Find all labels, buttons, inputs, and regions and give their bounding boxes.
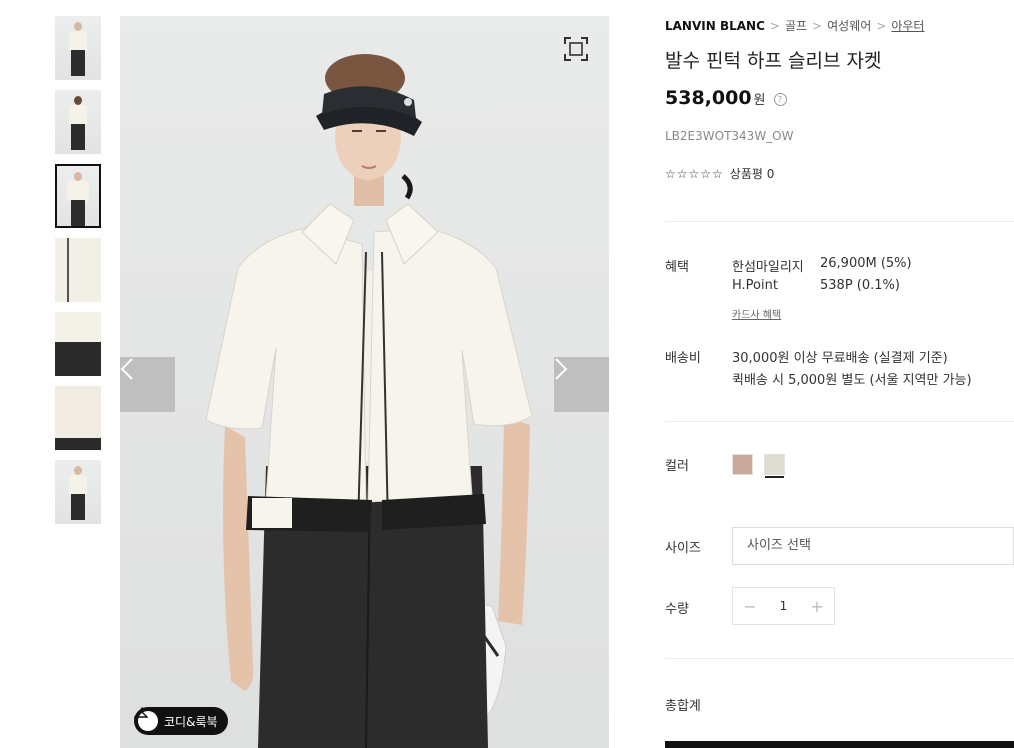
thumbnail-figure	[74, 96, 82, 105]
thumbnail-3-selected[interactable]	[55, 164, 101, 228]
thumbnail-6[interactable]	[55, 386, 101, 450]
breadcrumb-item-womenswear[interactable]: 여성웨어	[827, 19, 871, 33]
rating: ☆☆☆☆☆ 상품평 0	[665, 165, 774, 182]
thumbnail-1[interactable]	[55, 16, 101, 80]
thumbnail-5[interactable]	[55, 312, 101, 376]
breadcrumb-chevron-icon: >	[769, 19, 780, 33]
benefit-name: H.Point	[732, 278, 778, 293]
thumbnail-figure	[74, 22, 82, 31]
breadcrumb-brand[interactable]: LANVIN BLANC	[665, 19, 765, 33]
breadcrumb-item-outer[interactable]: 아우터	[891, 19, 924, 33]
benefit-name: 한섬마일리지	[732, 260, 804, 275]
color-label: 컬러	[665, 459, 689, 474]
shipping-line-2: 퀵배송 시 5,000원 별도 (서울 지역만 가능)	[732, 373, 972, 388]
color-swatch-pink[interactable]	[732, 454, 753, 475]
quantity-value[interactable]: 1	[767, 599, 800, 613]
help-icon[interactable]: ?	[773, 93, 787, 106]
product-code: LB2E3WOT343W_OW	[665, 129, 794, 143]
divider	[665, 221, 1014, 222]
thumbnail-2[interactable]	[55, 90, 101, 154]
price-currency: 원	[753, 93, 766, 108]
card-benefits-link[interactable]: 카드사 혜택	[732, 306, 781, 321]
product-info-panel: LANVIN BLANC > 골프 > 여성웨어 > 아우터 발수 핀턱 하프 슬리브 자켓…	[665, 0, 1014, 748]
divider	[665, 658, 1014, 659]
thumbnail-figure	[74, 466, 82, 475]
benefits-label: 혜택	[665, 260, 689, 275]
size-label: 사이즈	[665, 541, 701, 556]
model-photo	[205, 54, 533, 748]
total-label: 총합계	[665, 699, 701, 714]
main-product-image: 코디&룩북	[120, 16, 609, 748]
shipping-line-1: 30,000원 이상 무료배송 (실결제 기준)	[732, 351, 948, 366]
price-value: 538,000	[665, 87, 752, 109]
prev-image-button[interactable]	[120, 357, 175, 412]
size-select[interactable]: 사이즈 선택	[732, 527, 1014, 565]
breadcrumb: LANVIN BLANC > 골프 > 여성웨어 > 아우터	[665, 17, 924, 34]
chevron-right-icon	[555, 358, 568, 380]
breadcrumb-item-golf[interactable]: 골프	[785, 19, 807, 33]
coordi-label: 코디&룩북	[164, 714, 218, 729]
divider	[665, 421, 1014, 422]
breadcrumb-chevron-icon: >	[876, 19, 887, 33]
quantity-stepper: − 1 +	[732, 587, 835, 625]
product-price: 538,000 원?	[665, 87, 787, 109]
breadcrumb-chevron-icon: >	[812, 19, 823, 33]
next-image-button[interactable]	[554, 357, 609, 412]
expand-icon[interactable]	[563, 36, 589, 62]
hanger-icon	[134, 707, 158, 731]
thumbnail-figure	[74, 172, 82, 181]
benefit-value: 26,900M (5%)	[820, 256, 912, 271]
benefit-value: 538P (0.1%)	[820, 278, 900, 293]
coordi-lookbook-button[interactable]: 코디&룩북	[134, 707, 228, 735]
shipping-label: 배송비	[665, 351, 701, 366]
plus-icon[interactable]: +	[800, 597, 834, 616]
review-count-link[interactable]: 상품평 0	[730, 167, 775, 181]
star-rating-icon: ☆☆☆☆☆	[665, 167, 724, 181]
color-swatch-ivory-selected[interactable]	[764, 454, 785, 478]
minus-icon[interactable]: −	[733, 597, 767, 616]
chevron-left-icon	[120, 358, 133, 380]
thumbnail-7[interactable]	[55, 460, 101, 524]
product-title: 발수 핀턱 하프 슬리브 자켓	[665, 50, 882, 72]
quantity-label: 수량	[665, 602, 689, 617]
buy-button[interactable]	[665, 741, 1014, 748]
thumbnail-4[interactable]	[55, 238, 101, 302]
